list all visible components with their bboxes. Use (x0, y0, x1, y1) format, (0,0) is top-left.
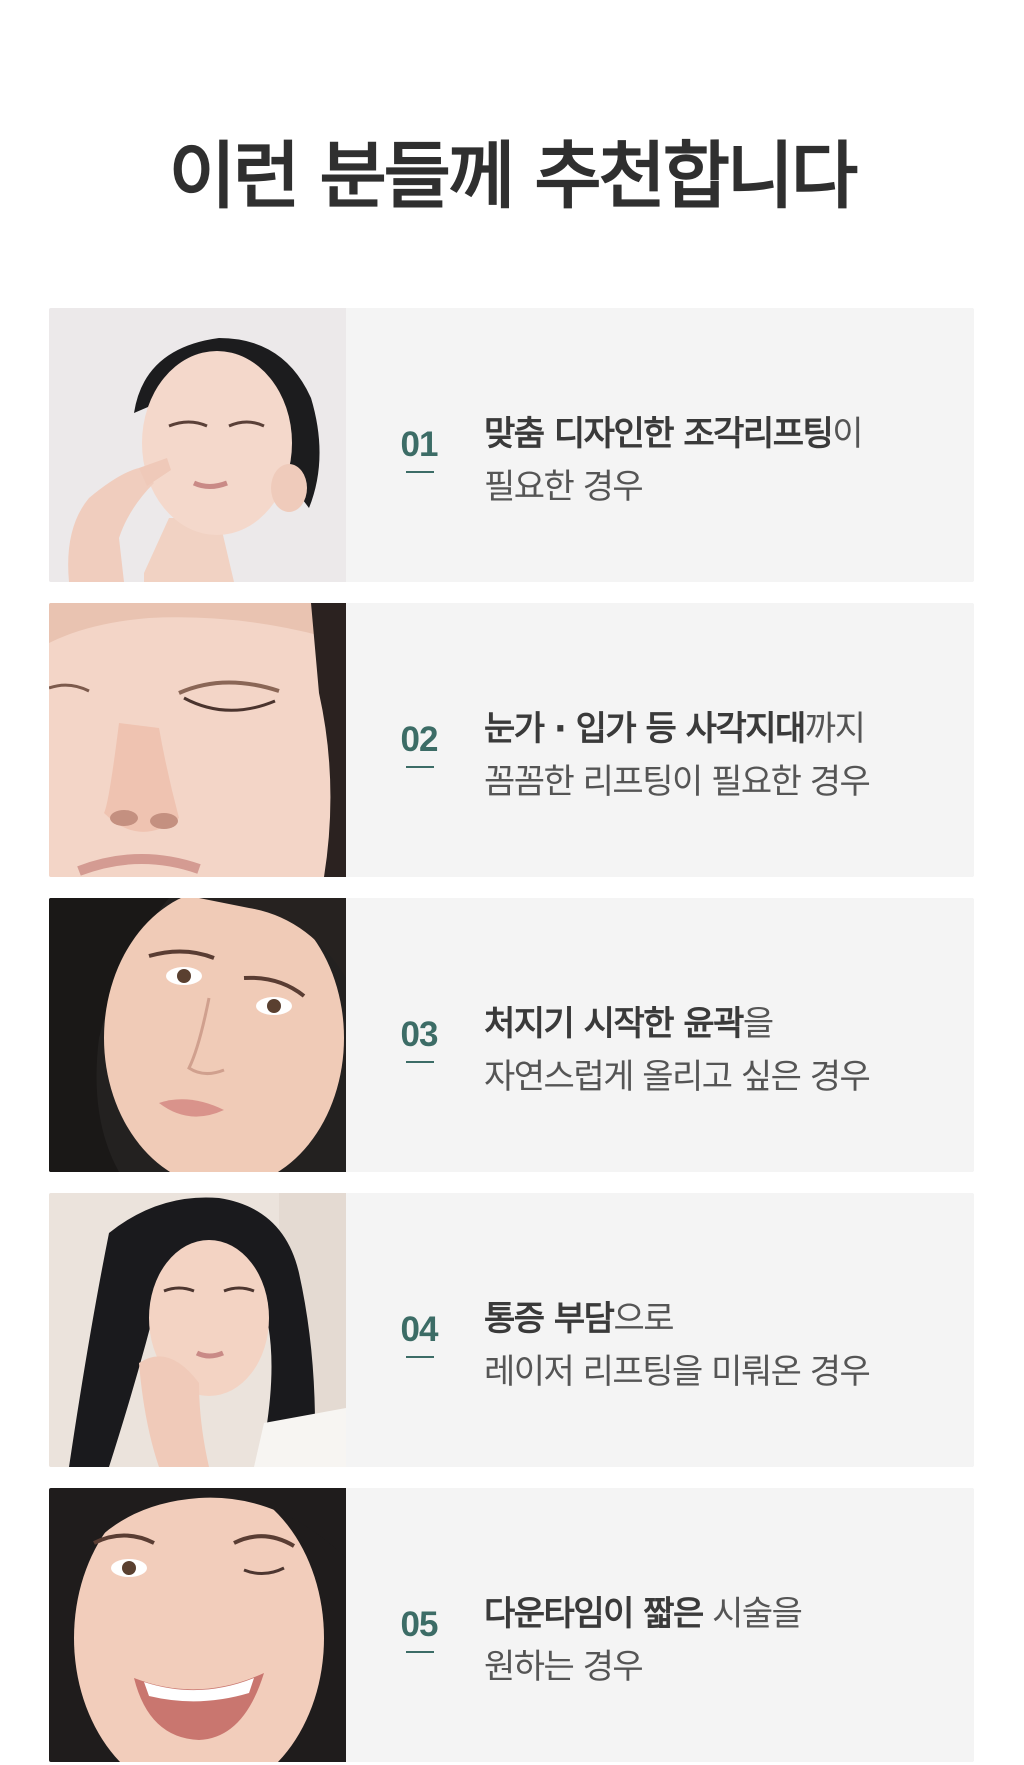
item-description: 통증 부담으로 레이저 리프팅을 미뤄온 경우 (484, 1293, 954, 1399)
list-item: 03 처지기 시작한 윤곽을 자연스럽게 올리고 싶은 경우 (49, 898, 974, 1172)
number-underline (406, 766, 434, 768)
item-highlight: 눈가 · 입가 등 사각지대 (484, 709, 806, 749)
item-line-1: 눈가 · 입가 등 사각지대까지 (484, 703, 954, 756)
item-highlight: 다운타임이 짧은 (484, 1594, 704, 1634)
woman-smiling-wink-photo (49, 1488, 346, 1762)
item-highlight: 통증 부담 (484, 1299, 615, 1339)
number-underline (406, 1356, 434, 1358)
item-suffix: 까지 (804, 709, 866, 749)
closed-eye-closeup-photo (49, 603, 346, 877)
recommendation-page: 이런 분들께 추천합니다 01 맞춤 디자인한 조각리프팅이 필요한 경우 02… (0, 0, 1024, 1765)
number-underline (406, 1061, 434, 1063)
woman-hand-on-cheek-photo (49, 1193, 346, 1467)
number-underline (406, 471, 434, 473)
item-line-2: 원하는 경우 (484, 1647, 644, 1687)
item-description: 다운타임이 짧은 시술을 원하는 경우 (484, 1588, 954, 1694)
item-description: 맞춤 디자인한 조각리프팅이 필요한 경우 (484, 408, 954, 514)
list-item: 01 맞춤 디자인한 조각리프팅이 필요한 경우 (49, 308, 974, 582)
recommendation-list: 01 맞춤 디자인한 조각리프팅이 필요한 경우 02 눈가 · 입가 등 사각… (49, 308, 974, 1762)
item-number: 01 (400, 425, 439, 464)
number-underline (406, 1651, 434, 1653)
item-line-2: 꼼꼼한 리프팅이 필요한 경우 (484, 762, 871, 802)
list-item: 02 눈가 · 입가 등 사각지대까지 꼼꼼한 리프팅이 필요한 경우 (49, 603, 974, 877)
woman-touching-lip-photo (49, 308, 346, 582)
item-number: 02 (400, 720, 439, 759)
item-line-2: 자연스럽게 올리고 싶은 경우 (484, 1057, 871, 1097)
list-item: 05 다운타임이 짧은 시술을 원하는 경우 (49, 1488, 974, 1762)
item-line-1: 처지기 시작한 윤곽을 (484, 998, 954, 1051)
item-description: 처지기 시작한 윤곽을 자연스럽게 올리고 싶은 경우 (484, 998, 954, 1104)
item-line-1: 통증 부담으로 (484, 1293, 954, 1346)
item-suffix: 이 (832, 414, 863, 454)
item-line-1: 다운타임이 짧은 시술을 (484, 1588, 954, 1641)
item-highlight: 맞춤 디자인한 조각리프팅 (484, 414, 834, 454)
item-suffix: 을 (742, 1004, 774, 1044)
item-line-2: 레이저 리프팅을 미뤄온 경우 (484, 1352, 871, 1392)
item-description: 눈가 · 입가 등 사각지대까지 꼼꼼한 리프팅이 필요한 경우 (484, 703, 954, 809)
item-line-1: 맞춤 디자인한 조각리프팅이 (484, 408, 954, 461)
page-title: 이런 분들께 추천합니다 (168, 134, 858, 219)
item-suffix: 시술을 (702, 1594, 803, 1634)
item-line-2: 필요한 경우 (484, 467, 644, 507)
item-number: 05 (400, 1605, 439, 1644)
item-number: 03 (400, 1015, 439, 1054)
item-suffix: 으로 (613, 1299, 674, 1339)
list-item: 04 통증 부담으로 레이저 리프팅을 미뤄온 경우 (49, 1193, 974, 1467)
item-highlight: 처지기 시작한 윤곽 (484, 1004, 744, 1044)
woman-face-closeup-photo (49, 898, 346, 1172)
item-number: 04 (400, 1310, 439, 1349)
